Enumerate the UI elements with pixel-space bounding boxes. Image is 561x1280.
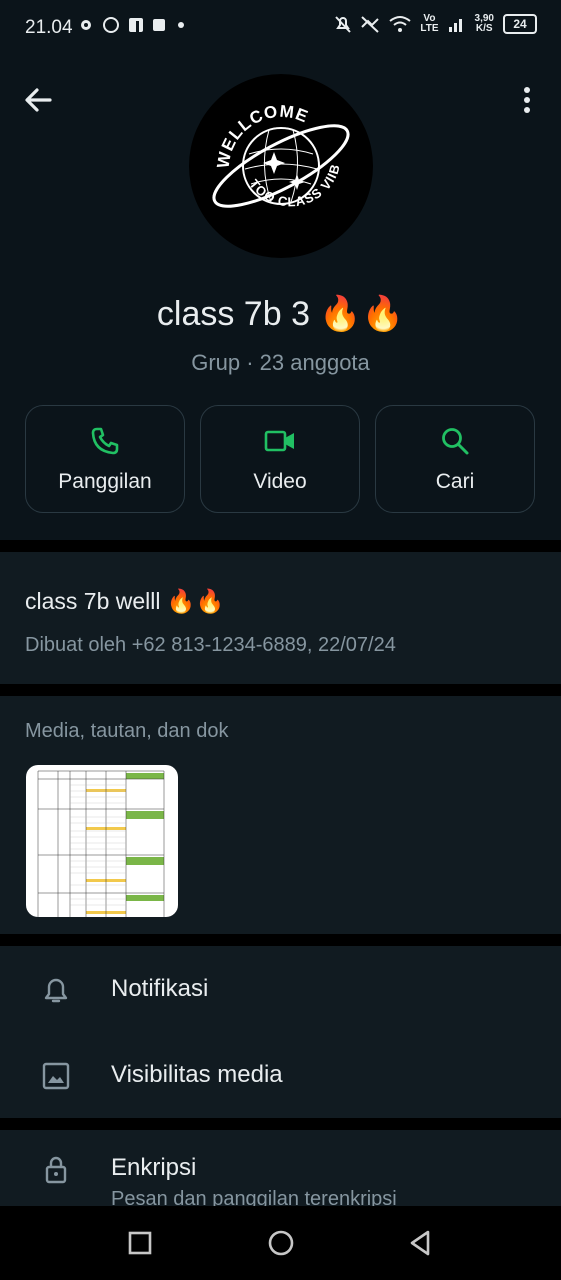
group-header: WELLCOME TOO CLASS VIIB class 7b 3 🔥🔥 Gr… [0, 56, 561, 536]
search-icon [442, 428, 469, 455]
settings-section: Notifikasi Visibilitas media [0, 946, 561, 1118]
recents-icon[interactable] [123, 1226, 157, 1260]
back-arrow-icon[interactable] [22, 84, 54, 116]
more-options-icon[interactable] [514, 84, 540, 116]
battery-indicator: 24 [503, 14, 537, 34]
media-thumbnail[interactable] [26, 765, 178, 917]
system-nav-bar [0, 1206, 561, 1280]
network-label: Vo LTE [420, 13, 439, 34]
notifications-row[interactable]: Notifikasi [0, 946, 561, 1032]
section-divider [0, 934, 561, 946]
no-signal-icon [361, 16, 380, 33]
status-time: 21.04 [25, 17, 73, 38]
encryption-label: Enkripsi [111, 1154, 197, 1181]
encryption-subtitle: Pesan dan panggilan terenkripsi [111, 1188, 397, 1206]
planet-logo-icon: WELLCOME TOO CLASS VIIB [212, 102, 350, 210]
svg-text:TOO CLASS VIIB: TOO CLASS VIIB [246, 162, 343, 210]
call-button[interactable]: Panggilan [25, 405, 185, 513]
notifications-label: Notifikasi [111, 975, 209, 1002]
media-visibility-label: Visibilitas media [111, 1061, 283, 1088]
home-icon[interactable] [264, 1226, 298, 1260]
phone-icon [91, 427, 119, 455]
facebook-icon [129, 18, 143, 32]
section-divider [0, 1118, 561, 1130]
gear-icon [81, 20, 91, 30]
video-icon [264, 430, 294, 452]
media-section: Media, tautan, dan dok [0, 696, 561, 934]
search-button[interactable]: Cari [375, 405, 535, 513]
description-text: class 7b welll 🔥🔥 [25, 588, 225, 614]
lock-icon [45, 1156, 67, 1184]
call-button-label: Panggilan [58, 470, 152, 493]
media-visibility-row[interactable]: Visibilitas media [0, 1032, 561, 1118]
back-nav-icon[interactable] [403, 1226, 437, 1260]
media-section-title[interactable]: Media, tautan, dan dok [25, 720, 228, 743]
created-by-text: Dibuat oleh +62 813-1234-6889, 22/07/24 [25, 634, 396, 656]
encryption-row[interactable]: Enkripsi Pesan dan panggilan terenkripsi [0, 1130, 561, 1206]
video-button-label: Video [253, 470, 307, 493]
group-avatar[interactable]: WELLCOME TOO CLASS VIIB [189, 74, 373, 258]
spreadsheet-thumbnail-icon [37, 770, 166, 917]
group-description[interactable]: class 7b welll 🔥🔥 Dibuat oleh +62 813-12… [0, 552, 561, 684]
group-name[interactable]: class 7b 3 🔥🔥 [0, 294, 561, 334]
network-speed: 3,90 K/S [474, 13, 494, 34]
dot-icon [178, 22, 184, 28]
group-member-count[interactable]: Grup · 23 anggota [0, 350, 561, 376]
wifi-icon [389, 16, 411, 32]
section-divider [0, 684, 561, 696]
section-divider [0, 540, 561, 552]
status-bar: 21.04 Vo LTE 3,90 K/S 24 [0, 0, 561, 56]
app-icon [153, 19, 165, 31]
image-icon [42, 1062, 70, 1090]
bell-off-icon [335, 16, 352, 33]
video-button[interactable]: Video [200, 405, 360, 513]
search-button-label: Cari [435, 470, 475, 493]
bell-icon [44, 978, 68, 1003]
signal-icon [448, 19, 462, 32]
whatsapp-icon [103, 17, 119, 33]
